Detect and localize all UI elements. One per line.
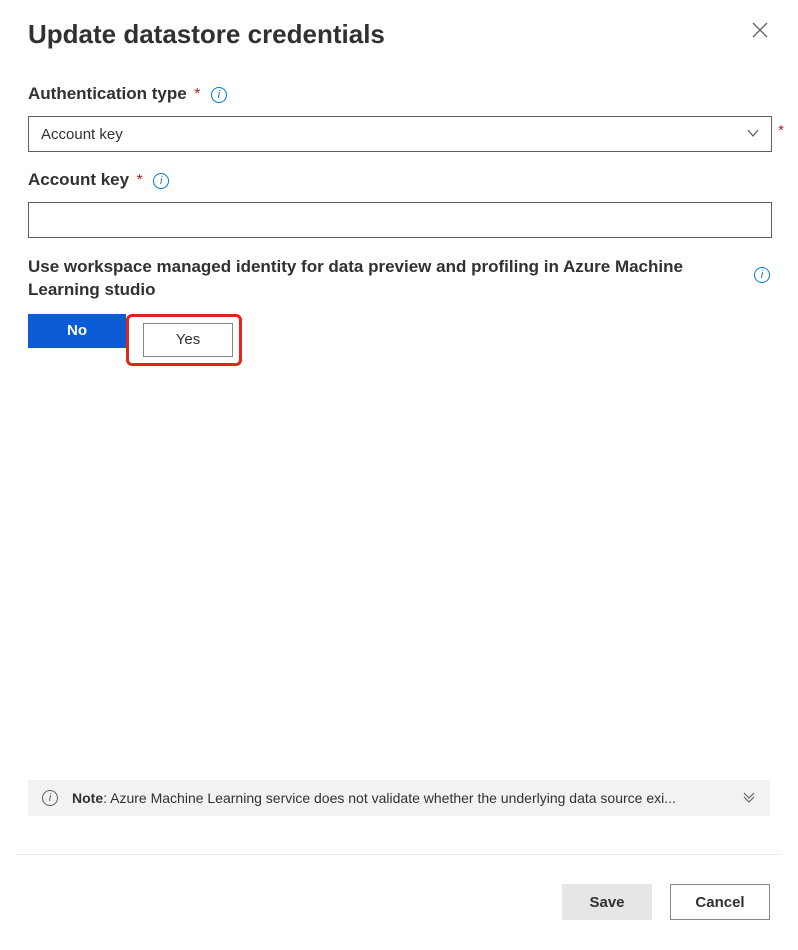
auth-type-select[interactable]: Account key xyxy=(28,116,772,152)
managed-identity-yes-button[interactable]: Yes xyxy=(143,323,233,357)
close-button[interactable] xyxy=(752,22,772,42)
managed-identity-no-button[interactable]: No xyxy=(28,314,126,348)
info-icon[interactable]: i xyxy=(211,87,227,103)
cancel-button[interactable]: Cancel xyxy=(670,884,770,920)
close-icon xyxy=(752,22,768,38)
highlight-annotation: Yes xyxy=(126,314,242,366)
account-key-label: Account key xyxy=(28,170,129,189)
save-button[interactable]: Save xyxy=(562,884,652,920)
info-icon: i xyxy=(42,790,58,806)
panel-title: Update datastore credentials xyxy=(28,19,770,50)
info-icon[interactable]: i xyxy=(153,173,169,189)
managed-identity-label: Use workspace managed identity for data … xyxy=(28,256,708,302)
note-banner: i Note: Azure Machine Learning service d… xyxy=(28,780,770,816)
required-asterisk-right: * xyxy=(778,122,784,139)
auth-type-value: Account key xyxy=(41,126,123,143)
chevron-down-icon xyxy=(747,126,759,143)
note-text: Note: Azure Machine Learning service doe… xyxy=(72,790,728,806)
info-icon[interactable]: i xyxy=(754,267,770,283)
required-asterisk: * xyxy=(194,86,200,103)
note-expand-button[interactable] xyxy=(742,790,756,807)
auth-type-label: Authentication type xyxy=(28,84,187,103)
required-asterisk: * xyxy=(137,172,143,189)
account-key-input[interactable] xyxy=(28,202,772,238)
footer-separator xyxy=(16,854,782,855)
